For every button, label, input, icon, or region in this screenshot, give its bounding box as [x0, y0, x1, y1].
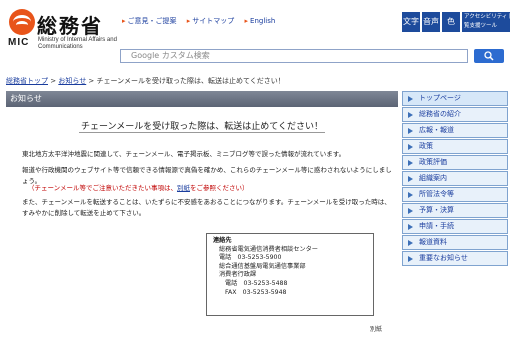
sidebar-item-top[interactable]: トップページ	[402, 91, 508, 106]
sidebar-item-press-releases[interactable]: 報道資料	[402, 235, 508, 250]
notice-title: チェーンメールを受け取った際は、転送は止めてください！	[78, 122, 325, 133]
sidebar-item-evaluation[interactable]: 政策評価	[402, 155, 508, 170]
search-input[interactable]: Google カスタム検索	[120, 49, 468, 63]
accessibility-tools: 文字 音声 色 アクセシビリティ 閲覧支援ツール	[402, 12, 510, 34]
search-button[interactable]	[474, 49, 504, 63]
top-link-sitemap[interactable]: ▸ サイトマップ	[187, 17, 235, 25]
sidebar-item-policy[interactable]: 政策	[402, 139, 508, 154]
arrow-icon	[408, 208, 413, 214]
notice-paragraph-3: また、チェーンメールを転送することは、いたずらに不安感をあおることにつながります…	[22, 198, 391, 217]
breadcrumb: 総務省トップ > お知らせ > チェーンメールを受け取った際は、転送は止めてくだ…	[6, 77, 285, 85]
ministry-title[interactable]: 総務省	[37, 10, 103, 39]
notice-paragraph-1: 東北地方太平洋沖地震に関連して、チェーンメール、電子掲示板、ミニブログ等で誤った…	[22, 150, 346, 158]
arrow-icon	[408, 176, 413, 182]
contact-line: 総務省電気通信消費者相談センター	[219, 245, 318, 253]
contact-box: 連絡先 総務省電気通信消費者相談センター 電話 03-5253-5900 総合通…	[206, 233, 374, 316]
site-header: MIC 総務省 Ministry of Internal Affairs and…	[0, 0, 510, 68]
arrow-icon	[408, 256, 413, 262]
arrow-icon: ▸	[186, 17, 191, 25]
top-links: ▸ ご意見・ご提案 ▸ サイトマップ ▸ English	[122, 16, 283, 26]
sidebar-nav: トップページ 総務省の紹介 広報・報道 政策 政策評価 組織案内 所管法令等 予…	[402, 91, 508, 267]
mic-logo-text: MIC	[8, 37, 30, 48]
accessibility-tool-button[interactable]: アクセシビリティ 閲覧支援ツール	[462, 12, 510, 32]
search-icon	[484, 51, 494, 61]
contact-title: 連絡先	[213, 237, 232, 244]
ministry-en: Ministry of Internal Affairs and Communi…	[38, 37, 117, 50]
top-link-feedback[interactable]: ▸ ご意見・ご提案	[122, 17, 177, 25]
contact-line: FAX 03-5253-5948	[225, 288, 287, 296]
sidebar-item-organization[interactable]: 組織案内	[402, 171, 508, 186]
betsushi-label: 別紙	[370, 326, 383, 333]
contact-line: 電話 03-5253-5488	[225, 279, 288, 287]
sidebar-item-laws[interactable]: 所管法令等	[402, 187, 508, 202]
section-title: お知らせ	[6, 91, 398, 107]
main-content: チェーンメールを受け取った際は、転送は止めてください！ 東北地方太平洋沖地震に関…	[6, 107, 398, 340]
contact-line: 消費者行政課	[219, 271, 257, 279]
arrow-icon: ▸	[244, 17, 249, 25]
arrow-icon	[408, 224, 413, 230]
arrow-icon	[408, 112, 413, 118]
notice-warning: （チェーンメール等でご注意いただきたい事項は、別紙をご参照ください）	[28, 184, 249, 192]
arrow-icon	[408, 160, 413, 166]
breadcrumb-notices[interactable]: お知らせ	[58, 77, 86, 85]
sidebar-item-important-notices[interactable]: 重要なお知らせ	[402, 251, 508, 266]
arrow-icon	[408, 240, 413, 246]
arrow-icon	[408, 144, 413, 150]
betsushi-link[interactable]: 別紙	[177, 184, 190, 192]
top-link-english[interactable]: ▸ English	[245, 17, 276, 25]
arrow-icon	[408, 96, 413, 102]
speech-icon[interactable]: 音声	[422, 12, 440, 32]
contact-line: 電話 03-5253-5900	[219, 254, 282, 262]
sidebar-item-press[interactable]: 広報・報道	[402, 123, 508, 138]
color-icon[interactable]: 色	[442, 12, 460, 32]
breadcrumb-home[interactable]: 総務省トップ	[6, 77, 48, 85]
sidebar-item-budget[interactable]: 予算・決算	[402, 203, 508, 218]
text-size-icon[interactable]: 文字	[402, 12, 420, 32]
arrow-icon	[408, 192, 413, 198]
arrow-icon: ▸	[122, 17, 126, 25]
mic-logo-icon[interactable]	[9, 9, 35, 35]
sidebar-item-about[interactable]: 総務省の紹介	[402, 107, 508, 122]
breadcrumb-current: チェーンメールを受け取った際は、転送は止めてください！	[96, 77, 285, 85]
arrow-icon	[408, 128, 413, 134]
sidebar-item-applications[interactable]: 申請・手続	[402, 219, 508, 234]
